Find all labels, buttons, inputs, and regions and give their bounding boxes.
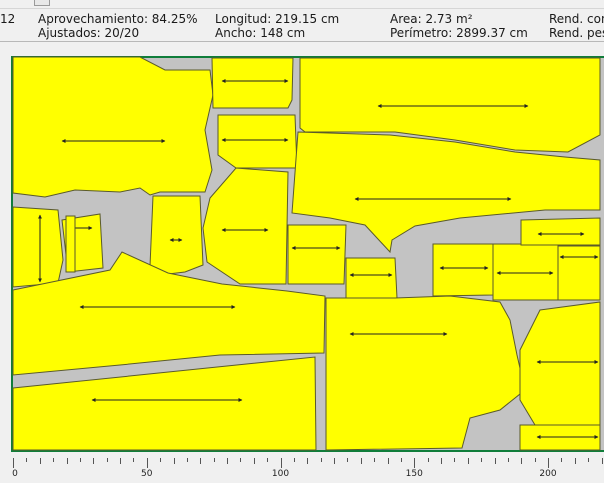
ruler-tick [601, 458, 603, 464]
ruler-tick [106, 458, 108, 462]
ruler-tick [133, 458, 135, 462]
ruler-tick [588, 458, 590, 462]
pattern-piece-2[interactable] [211, 57, 294, 109]
ruler-tick [66, 458, 68, 464]
ruler-tick [374, 458, 376, 462]
ruler-label: 50 [141, 469, 153, 479]
ruler-tick [454, 458, 456, 462]
ruler-tick [240, 458, 242, 462]
ruler-tick [13, 458, 14, 468]
ruler-tick [507, 458, 509, 462]
ruler-tick [253, 458, 255, 464]
pattern-piece-8[interactable] [12, 206, 64, 288]
ruler-tick [320, 458, 322, 462]
ruler-tick [93, 458, 95, 464]
ruler-label: 0 [12, 469, 18, 479]
ruler-tick [574, 458, 576, 464]
pattern-piece-20[interactable] [519, 301, 601, 426]
ruler-tick [200, 458, 202, 464]
ruler-tick [347, 458, 349, 462]
ruler-tick [334, 458, 335, 464]
ruler-tick [79, 458, 81, 462]
ruler-label: 100 [271, 469, 290, 479]
ruler-tick [427, 458, 429, 462]
pattern-piece-10[interactable] [65, 215, 76, 273]
ruler-tick [120, 458, 121, 464]
pattern-piece-18[interactable] [325, 295, 526, 451]
ruler-tick [227, 458, 228, 464]
ruler-label: 150 [405, 469, 423, 479]
pattern-pieces-layer[interactable] [0, 0, 604, 458]
ruler-tick [521, 458, 523, 464]
ruler-tick [387, 458, 389, 464]
ruler-tick [561, 458, 563, 462]
ruler-tick [53, 458, 55, 462]
pattern-piece-3[interactable] [217, 114, 298, 169]
ruler-label: 200 [539, 469, 557, 479]
ruler-tick [534, 458, 536, 462]
ruler-tick [307, 458, 309, 464]
ruler-tick [481, 458, 483, 462]
ruler-tick [467, 458, 469, 464]
ruler-tick [441, 458, 442, 464]
ruler-tick [146, 458, 148, 468]
ruler-tick [293, 458, 295, 462]
ruler-tick [280, 458, 282, 468]
ruler-tick [414, 458, 416, 468]
pattern-piece-7[interactable] [149, 195, 204, 276]
pattern-piece-12[interactable] [345, 257, 398, 299]
ruler-tick [400, 458, 402, 462]
ruler-tick [494, 458, 496, 464]
ruler-tick [548, 458, 549, 468]
ruler-tick [360, 458, 362, 464]
pattern-piece-14[interactable] [492, 243, 561, 301]
pattern-piece-6[interactable] [202, 167, 289, 285]
ruler-tick [267, 458, 269, 462]
ruler-tick [26, 458, 28, 462]
pattern-piece-1[interactable] [12, 56, 214, 198]
pattern-piece-15[interactable] [520, 217, 601, 246]
ruler-tick [186, 458, 188, 462]
pattern-piece-16[interactable] [557, 245, 601, 301]
ruler-tick [39, 458, 41, 464]
pattern-piece-11[interactable] [287, 224, 347, 285]
ruler-tick [213, 458, 215, 462]
horizontal-ruler: 0 50 100 150 200 [0, 458, 604, 483]
ruler-tick [160, 458, 162, 462]
ruler-tick [173, 458, 175, 464]
pattern-piece-13[interactable] [432, 243, 494, 297]
